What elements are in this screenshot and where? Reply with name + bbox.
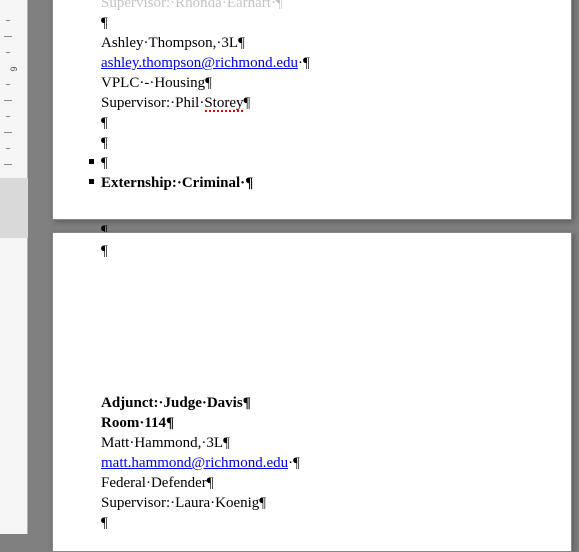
bullet-icon — [89, 159, 94, 164]
document-workspace: Supervisor:·Rhonda·Earhart·¶ ¶ Ashley·Th… — [28, 0, 579, 534]
blank-paragraph: ¶ — [101, 133, 559, 153]
externship-heading: Externship:·Criminal·¶ — [101, 173, 559, 193]
room-line: Room·114¶ — [101, 413, 559, 433]
supervisor-line: Supervisor:·Laura·Koenig¶ — [101, 493, 559, 513]
student-email-line: ashley.thompson@richmond.edu·¶ — [101, 53, 559, 73]
student-name: Ashley·Thompson,·3L¶ — [101, 33, 559, 53]
blank-paragraph: ¶ — [101, 13, 559, 33]
student-name: Matt·Hammond,·3L¶ — [101, 433, 559, 453]
blank-paragraph: ¶ — [101, 113, 559, 133]
org-line: Federal·Defender¶ — [101, 473, 559, 493]
vertical-ruler: 9 — [0, 0, 28, 534]
bullet-icon — [89, 179, 94, 184]
org-line: VPLC·-·Housing¶ — [101, 73, 559, 93]
supervisor-line-prev: Supervisor:·Rhonda·Earhart·¶ — [101, 0, 559, 13]
student-email-line: matt.hammond@richmond.edu·¶ — [101, 453, 559, 473]
email-link[interactable]: ashley.thompson@richmond.edu — [101, 55, 298, 71]
ruler-number: 9 — [9, 55, 19, 83]
spelling-error: Storey — [204, 93, 243, 113]
header-paragraph: ¶ — [101, 241, 559, 261]
supervisor-line: Supervisor:·Phil·Storey¶ — [101, 93, 559, 113]
page-1[interactable]: Supervisor:·Rhonda·Earhart·¶ ¶ Ashley·Th… — [52, 0, 572, 220]
blank-paragraph: ¶ — [101, 513, 559, 533]
bulleted-blank: ¶ — [101, 153, 559, 173]
email-link[interactable]: matt.hammond@richmond.edu — [101, 455, 288, 471]
adjunct-line: Adjunct:·Judge·Davis¶ — [101, 393, 559, 413]
page-2[interactable]: ¶ Adjunct:·Judge·Davis¶ Room·114¶ Matt·H… — [52, 232, 572, 552]
